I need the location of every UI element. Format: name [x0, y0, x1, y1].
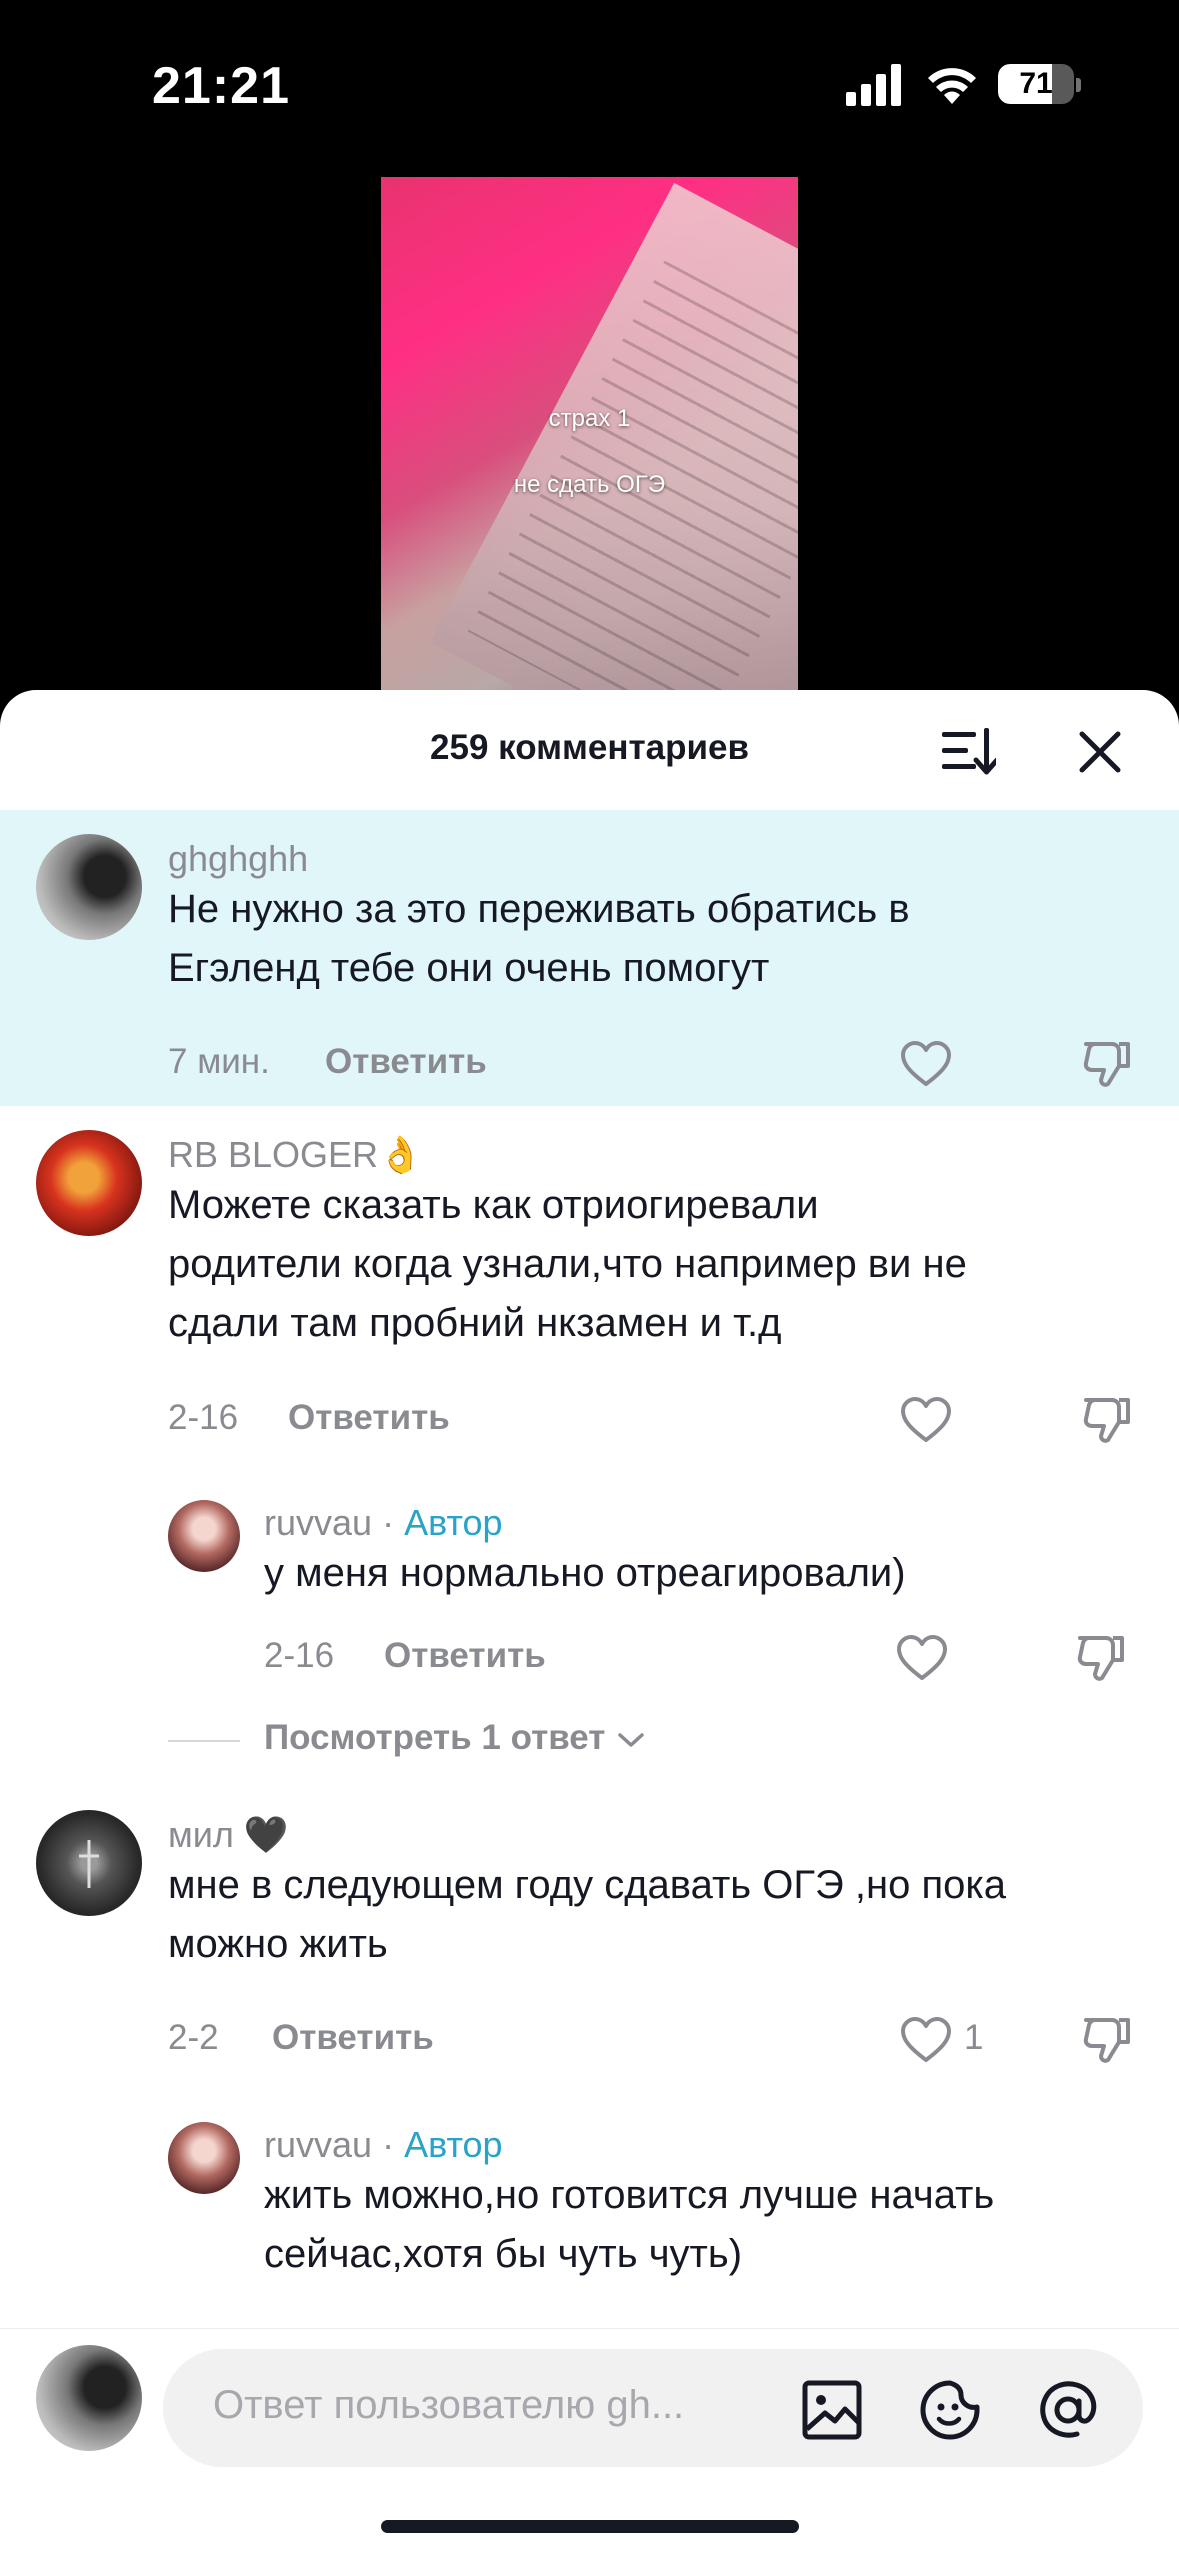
wifi-icon — [928, 68, 976, 104]
comment-timestamp: 2-2 — [168, 2018, 219, 2057]
video-caption-line2: не сдать ОГЭ — [513, 471, 666, 498]
reply-button[interactable]: Ответить — [384, 1636, 546, 1676]
reply-button[interactable]: Ответить — [272, 2018, 434, 2058]
reply-avatar[interactable] — [168, 2122, 240, 2194]
comment-item: RB BLOGER👌 Можете сказать как отриогирев… — [0, 1106, 1179, 1786]
comment-text-line: родители когда узнали,что например ви не — [168, 1242, 967, 1286]
reply-username[interactable]: ruvvau — [264, 2124, 372, 2165]
comment-item: ghghghh Не нужно за это переживать обрат… — [0, 810, 1179, 1106]
avatar[interactable] — [36, 1810, 142, 1916]
reply-timestamp: 2-16 — [264, 1636, 335, 1675]
comment-text-line: Можете сказать как отриогиревали — [168, 1183, 819, 1227]
comment-username[interactable]: ghghghh — [168, 838, 308, 880]
chevron-down-icon — [618, 1733, 644, 1747]
heart-icon[interactable] — [900, 1396, 952, 1444]
comment-text-line: Не нужно за это переживать обратись в — [168, 887, 910, 931]
comments-sheet: 259 комментариев ghghghh Не нужно за это… — [0, 690, 1179, 2556]
view-replies-label: Посмотреть 1 ответ — [264, 1718, 606, 1757]
view-replies-button[interactable]: Посмотреть 1 ответ — [264, 1718, 645, 1758]
comment-text-line: мне в следующем году сдавать ОГЭ ,но пок… — [168, 1863, 1006, 1907]
video-caption-line1: страх 1 — [548, 405, 631, 432]
reply-button[interactable]: Ответить — [325, 1042, 487, 1082]
reply-username[interactable]: ruvvau — [264, 1502, 372, 1543]
current-user-avatar — [36, 2345, 142, 2451]
author-badge: Автор — [404, 1502, 503, 1543]
comment-text-line: сдали там пробний нкзамен и т.д — [168, 1301, 782, 1345]
comment-input-placeholder: Ответ пользователю gh... — [213, 2383, 685, 2427]
avatar[interactable] — [36, 834, 142, 940]
like-count: 1 — [964, 2018, 984, 2057]
reply-button[interactable]: Ответить — [288, 1398, 450, 1438]
comment-username[interactable]: RB BLOGER👌 — [168, 1134, 423, 1176]
sticker-icon[interactable] — [919, 2379, 981, 2441]
heart-icon[interactable] — [900, 2016, 952, 2064]
dislike-icon[interactable] — [1076, 1632, 1128, 1684]
comment-username[interactable]: мил 🖤 — [168, 1814, 289, 1856]
heart-icon[interactable] — [900, 1040, 952, 1088]
cross-icon — [79, 1840, 99, 1888]
comments-header: 259 комментариев — [0, 690, 1179, 810]
author-separator: · — [382, 1502, 395, 1543]
reply-text-line: жить можно,но готовится лучше начать — [264, 2173, 995, 2217]
dislike-icon[interactable] — [1082, 1394, 1134, 1446]
comments-count-title: 259 комментариев — [430, 728, 749, 767]
comments-list[interactable]: ghghghh Не нужно за это переживать обрат… — [0, 810, 1179, 2328]
battery-level: 71 — [1019, 67, 1053, 100]
close-icon[interactable] — [1078, 730, 1122, 774]
comment-timestamp: 2-16 — [168, 1398, 239, 1437]
comment-item: мил 🖤 мне в следующем году сдавать ОГЭ ,… — [0, 1786, 1179, 2328]
reply-username-line: ruvvau · Автор — [264, 1502, 503, 1544]
heart-icon[interactable] — [896, 1634, 948, 1682]
home-indicator — [381, 2520, 799, 2533]
author-separator: · — [382, 2124, 395, 2165]
cellular-signal-icon — [846, 64, 901, 106]
battery-indicator: 71 — [998, 62, 1081, 106]
image-icon[interactable] — [801, 2379, 863, 2441]
comment-timestamp: 7 мин. — [168, 1042, 270, 1081]
dislike-icon[interactable] — [1082, 1038, 1134, 1090]
author-badge: Автор — [404, 2124, 503, 2165]
avatar[interactable] — [36, 1130, 142, 1236]
comment-input[interactable]: Ответ пользователю gh... — [163, 2349, 1143, 2467]
dislike-icon[interactable] — [1082, 2014, 1134, 2066]
mention-icon[interactable] — [1037, 2379, 1099, 2441]
status-time: 21:21 — [152, 57, 290, 115]
reply-username-line: ruvvau · Автор — [264, 2124, 503, 2166]
divider — [168, 1740, 240, 1742]
reply-text-line: сейчас,хотя бы чуть чуть) — [264, 2232, 743, 2276]
video-preview[interactable]: страх 1 не сдать ОГЭ — [381, 177, 798, 697]
status-bar: 21:21 71 — [0, 0, 1179, 170]
comment-text-line: Егэленд тебе они очень помогут — [168, 946, 770, 990]
reply-text-line: у меня нормально отреагировали) — [264, 1551, 906, 1595]
sort-icon[interactable] — [940, 726, 996, 776]
reply-avatar[interactable] — [168, 1500, 240, 1572]
comment-text-line: можно жить — [168, 1922, 388, 1966]
